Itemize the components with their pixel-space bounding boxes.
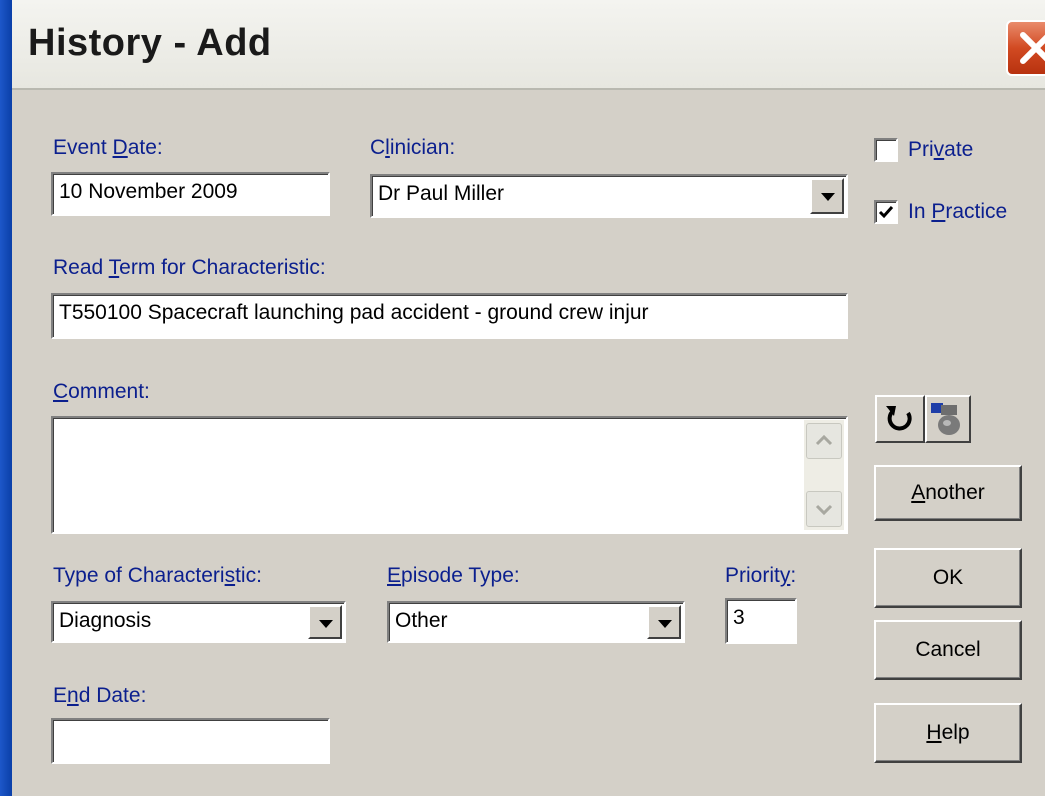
checkmark-icon [878,206,894,219]
read-term-input[interactable]: T550100 Spacecraft launching pad acciden… [51,293,848,339]
dialog-body: Event Date: 10 November 2009 Clinician: … [12,90,1045,796]
private-checkbox[interactable] [874,138,898,162]
clinician-select[interactable]: Dr Paul Miller [370,174,848,218]
event-date-label: Event Date: [53,136,163,159]
priority-input[interactable]: 3 [725,598,797,644]
chevron-down-icon[interactable] [647,605,681,639]
comment-label: Comment: [53,380,150,403]
chevron-down-icon[interactable] [308,605,342,639]
title-bar[interactable]: History - Add [12,0,1045,90]
lookup-button[interactable] [925,395,971,443]
chevron-up-icon [815,434,833,446]
episode-type-value: Other [395,609,448,632]
help-button[interactable]: Help [874,703,1022,763]
event-date-input[interactable]: 10 November 2009 [51,172,330,216]
window-title: History - Add [28,22,272,64]
cancel-button[interactable]: Cancel [874,620,1022,680]
episode-type-label: Episode Type: [387,564,520,587]
comment-scrollbar[interactable] [804,420,844,530]
dialog-window: History - Add Event Date: 10 November 20… [0,0,1045,796]
priority-label: Priority: [725,564,797,587]
close-icon [1020,32,1045,64]
close-button[interactable] [1006,20,1045,76]
lookup-icon [931,403,960,435]
chevron-down-icon[interactable] [810,178,844,214]
end-date-input[interactable] [51,718,330,764]
scroll-up-button[interactable] [806,423,842,459]
private-label[interactable]: Private [908,138,973,162]
read-term-value: T550100 Spacecraft launching pad acciden… [59,301,649,324]
clinician-label: Clinician: [370,136,456,159]
event-date-value: 10 November 2009 [59,180,238,203]
end-date-label: End Date: [53,684,147,707]
priority-value: 3 [733,606,745,629]
another-button[interactable]: Another [874,465,1022,521]
chevron-down-icon [815,504,833,516]
clinician-value: Dr Paul Miller [378,182,505,205]
in-practice-label[interactable]: In Practice [908,200,1007,224]
type-of-characteristic-value: Diagnosis [59,609,152,632]
in-practice-checkbox[interactable] [874,200,898,224]
scroll-down-button[interactable] [806,491,842,527]
read-term-label: Read Term for Characteristic: [53,256,326,279]
refresh-icon [886,406,912,431]
type-of-characteristic-label: Type of Characteristic: [53,564,262,587]
comment-textarea[interactable] [51,416,848,534]
refresh-button[interactable] [875,395,925,443]
type-of-characteristic-select[interactable]: Diagnosis [51,601,346,643]
episode-type-select[interactable]: Other [387,601,685,643]
ok-button[interactable]: OK [874,548,1022,608]
